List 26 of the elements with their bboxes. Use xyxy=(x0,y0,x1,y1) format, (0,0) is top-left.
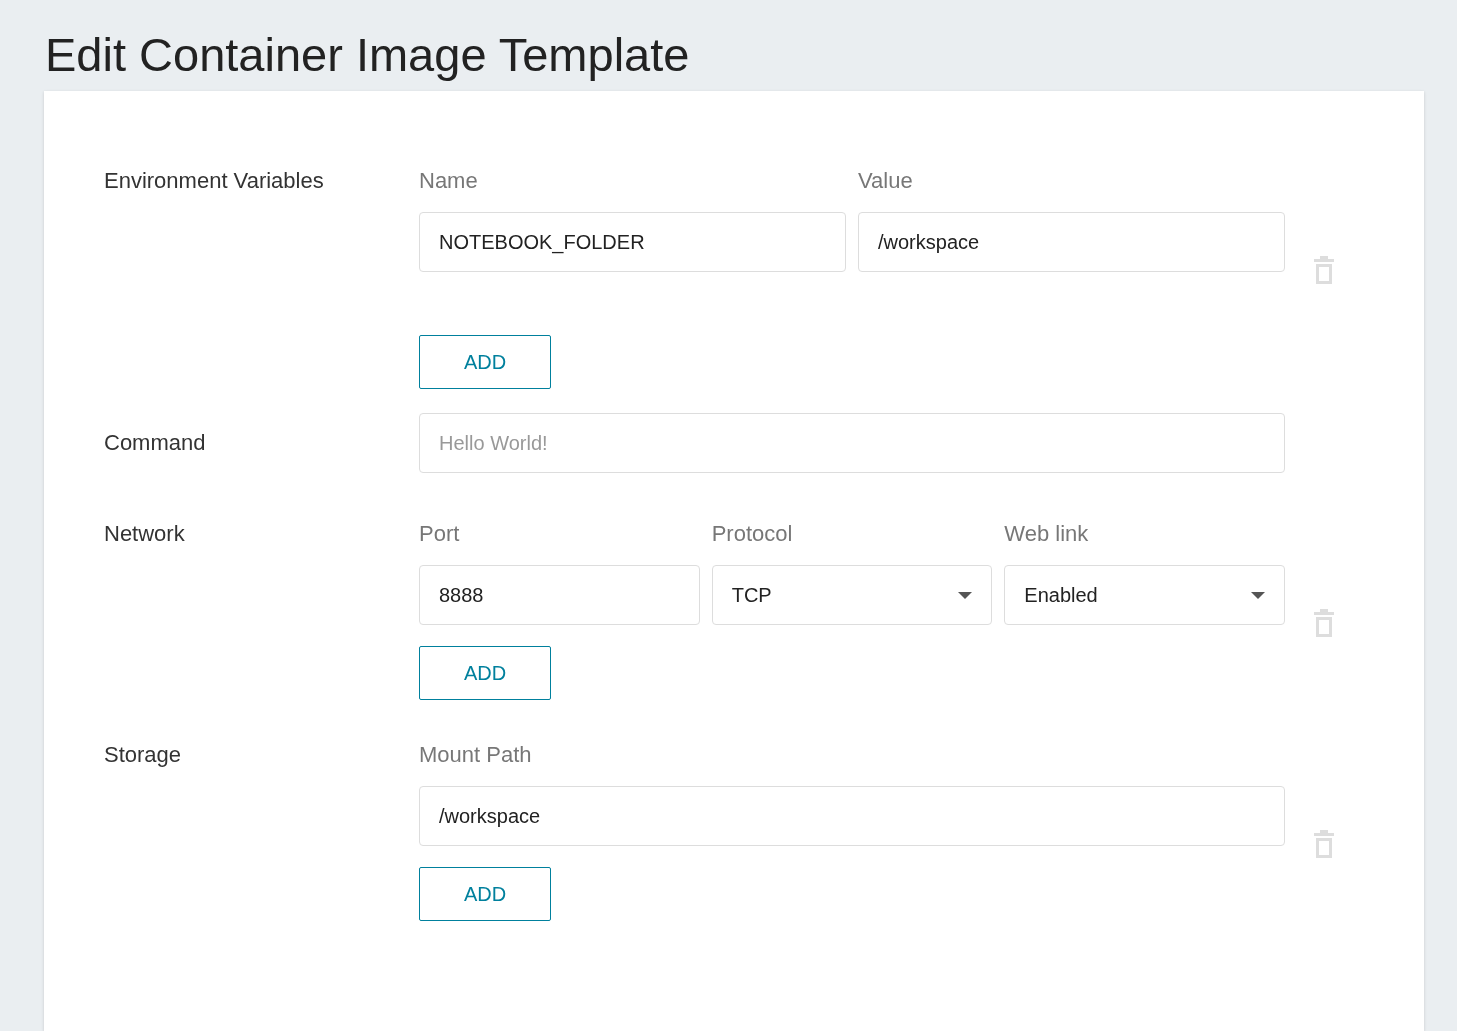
column-header: Web link xyxy=(1004,521,1089,546)
dropdown[interactable]: TCP xyxy=(711,565,993,625)
column-header: Protocol xyxy=(711,521,793,546)
column-header: Value xyxy=(858,168,913,193)
trash-icon[interactable] xyxy=(1314,256,1334,284)
column-header: Port xyxy=(419,521,460,546)
trash-icon[interactable] xyxy=(1314,830,1334,858)
input-field[interactable]: /workspace xyxy=(419,786,1285,846)
caret-icon xyxy=(958,591,973,599)
add-button[interactable]: ADD xyxy=(419,867,551,921)
column-header: Mount Path xyxy=(419,742,532,767)
input-field[interactable]: /workspace xyxy=(858,212,1285,272)
trash-icon[interactable] xyxy=(1314,609,1334,637)
dropdown[interactable]: Enabled xyxy=(1004,565,1285,625)
section-label: Network xyxy=(104,520,186,548)
column-header: Name xyxy=(419,168,478,193)
section-label: Environment Variables xyxy=(104,167,325,195)
add-button[interactable]: ADD xyxy=(419,646,551,700)
command-field[interactable]: Hello World! xyxy=(419,413,1285,473)
page-title: Edit Container Image Template xyxy=(45,27,690,83)
input-field[interactable]: NOTEBOOK_FOLDER xyxy=(419,212,846,272)
section-label: Storage xyxy=(104,741,183,769)
caret-icon xyxy=(1251,591,1265,599)
input-field[interactable]: 8888 xyxy=(419,565,700,625)
section-label: Command xyxy=(104,429,207,457)
add-button[interactable]: ADD xyxy=(419,335,551,389)
